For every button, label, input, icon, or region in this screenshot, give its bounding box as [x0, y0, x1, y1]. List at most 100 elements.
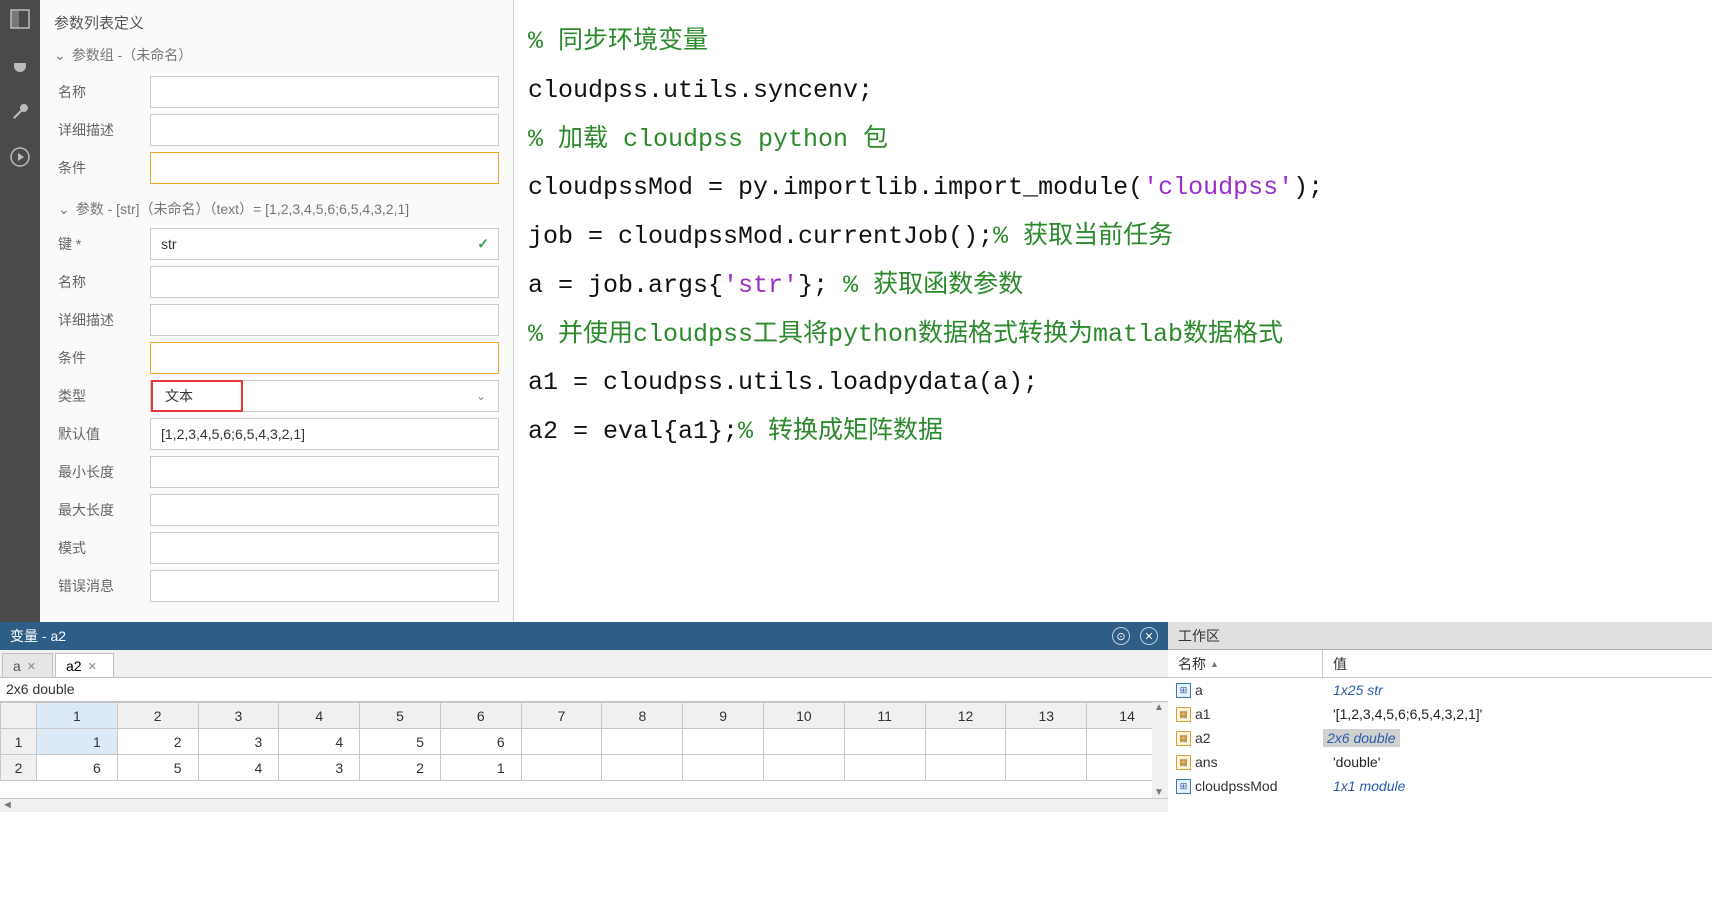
col-header[interactable]: 1 [37, 703, 118, 729]
workspace-item[interactable]: ▦ans'double' [1168, 750, 1712, 774]
tab-a2[interactable]: a2 ✕ [55, 653, 114, 677]
code-line: % 并使用cloudpss工具将python数据格式转换为matlab数据格式 [528, 320, 1283, 349]
col-header[interactable]: 12 [925, 703, 1006, 729]
workspace-item[interactable]: ⊞a1x25 str [1168, 678, 1712, 702]
col-header[interactable]: 6 [440, 703, 521, 729]
scroll-up-icon[interactable]: ▲ [1154, 702, 1164, 713]
tab-label: a2 [66, 658, 82, 674]
select-type[interactable]: 文本 ⌄ [150, 380, 499, 412]
grid-cell[interactable] [764, 755, 845, 781]
grid-cell[interactable] [764, 729, 845, 755]
grid-cell[interactable]: 6 [440, 729, 521, 755]
input-detail[interactable] [150, 304, 499, 336]
param-item-header[interactable]: ⌄ 参数 - [str]（未命名）（text）= [1,2,3,4,5,6;6,… [58, 199, 499, 219]
grid-cell[interactable]: 5 [360, 729, 441, 755]
grid-cell[interactable] [844, 755, 925, 781]
input-name[interactable] [150, 266, 499, 298]
grid-cell[interactable] [521, 755, 602, 781]
col-header[interactable]: 13 [1006, 703, 1087, 729]
var-name: a2 [1195, 730, 1211, 746]
row-header[interactable]: 1 [1, 729, 37, 755]
label-type: 类型 [54, 386, 150, 406]
grid-cell[interactable]: 6 [37, 755, 118, 781]
var-value: '[1,2,3,4,5,6;6,5,4,3,2,1]' [1323, 706, 1712, 722]
grid-cell[interactable]: 2 [360, 755, 441, 781]
grid-cell[interactable]: 2 [117, 729, 198, 755]
horizontal-scrollbar[interactable]: ◄ [0, 798, 1168, 812]
scroll-left-icon[interactable]: ◄ [2, 799, 13, 811]
input-cond[interactable] [150, 342, 499, 374]
wrench-icon[interactable] [9, 100, 31, 122]
col-header[interactable]: 3 [198, 703, 279, 729]
grid-cell[interactable]: 4 [198, 755, 279, 781]
play-icon[interactable] [9, 146, 31, 168]
grid-cell[interactable]: 3 [279, 755, 360, 781]
variable-panel-header: 变量 - a2 ⊙ ✕ [0, 622, 1168, 650]
grid-cell[interactable]: 1 [440, 755, 521, 781]
label-minlen: 最小长度 [54, 462, 150, 482]
var-value: 1x25 str [1323, 682, 1712, 698]
grid-cell[interactable]: 5 [117, 755, 198, 781]
plug-icon[interactable] [9, 54, 31, 76]
grid-cell[interactable]: 3 [198, 729, 279, 755]
input-group-name[interactable] [150, 76, 499, 108]
col-header[interactable]: 7 [521, 703, 602, 729]
col-header[interactable]: 9 [683, 703, 764, 729]
input-group-cond[interactable] [150, 152, 499, 184]
input-minlen[interactable] [150, 456, 499, 488]
col-value[interactable]: 值 [1323, 654, 1712, 674]
type-select-highlight: 文本 [151, 380, 243, 412]
grid-cell[interactable] [683, 729, 764, 755]
grid-cell[interactable] [1006, 729, 1087, 755]
workspace-item[interactable]: ⊞cloudpssMod1x1 module [1168, 774, 1712, 798]
minimize-icon[interactable]: ⊙ [1112, 627, 1130, 645]
vertical-scrollbar[interactable]: ▲▼ [1152, 702, 1168, 798]
code-line: % 加载 cloudpss python 包 [528, 125, 888, 154]
group-header-label: 参数组 -（未命名） [72, 45, 193, 65]
close-icon[interactable]: ✕ [1140, 627, 1158, 645]
layout-icon[interactable] [9, 8, 31, 30]
chevron-down-icon: ⌄ [54, 47, 66, 64]
param-panel: 参数列表定义 ⌄ 参数组 -（未命名） 名称 详细描述 条件 ⌄ 参数 - [s… [40, 0, 514, 622]
row-header[interactable]: 2 [1, 755, 37, 781]
code-line: a2 = eval{a1}; [528, 417, 738, 446]
input-key[interactable] [150, 228, 499, 260]
col-header[interactable]: 10 [764, 703, 845, 729]
workspace-item[interactable]: ▦a22x6 double [1168, 726, 1712, 750]
grid-cell[interactable] [602, 729, 683, 755]
input-default[interactable] [150, 418, 499, 450]
variable-title: 变量 - a2 [10, 626, 66, 646]
code-editor[interactable]: % 同步环境变量 cloudpss.utils.syncenv; % 加载 cl… [514, 0, 1712, 622]
col-header[interactable]: 5 [360, 703, 441, 729]
code-comment: % 转换成矩阵数据 [738, 417, 943, 446]
label-name: 名称 [54, 272, 150, 292]
col-header[interactable]: 11 [844, 703, 925, 729]
grid-cell[interactable] [925, 755, 1006, 781]
variable-tabs: a✕ a2 ✕ [0, 650, 1168, 678]
tab-close-icon[interactable]: ✕ [27, 660, 36, 673]
workspace-item[interactable]: ▦a1'[1,2,3,4,5,6;6,5,4,3,2,1]' [1168, 702, 1712, 726]
col-name[interactable]: 名称▲ [1168, 650, 1323, 677]
variable-grid[interactable]: 123456789101112131411234562654321 [0, 702, 1168, 802]
input-pattern[interactable] [150, 532, 499, 564]
col-header[interactable]: 4 [279, 703, 360, 729]
col-header[interactable]: 8 [602, 703, 683, 729]
tab-a[interactable]: a✕ [2, 653, 53, 677]
grid-cell[interactable] [844, 729, 925, 755]
grid-cell[interactable] [521, 729, 602, 755]
input-group-detail[interactable] [150, 114, 499, 146]
col-header[interactable]: 2 [117, 703, 198, 729]
scroll-down-icon[interactable]: ▼ [1154, 787, 1164, 798]
code-line: }; [798, 271, 843, 300]
grid-cell[interactable] [602, 755, 683, 781]
tab-close-icon[interactable]: ✕ [88, 660, 97, 673]
grid-cell[interactable] [925, 729, 1006, 755]
param-group-header[interactable]: ⌄ 参数组 -（未命名） [54, 45, 499, 65]
grid-cell[interactable]: 4 [279, 729, 360, 755]
input-errmsg[interactable] [150, 570, 499, 602]
grid-cell[interactable] [683, 755, 764, 781]
row-header-blank [1, 703, 37, 729]
input-maxlen[interactable] [150, 494, 499, 526]
grid-cell[interactable]: 1 [37, 729, 118, 755]
grid-cell[interactable] [1006, 755, 1087, 781]
